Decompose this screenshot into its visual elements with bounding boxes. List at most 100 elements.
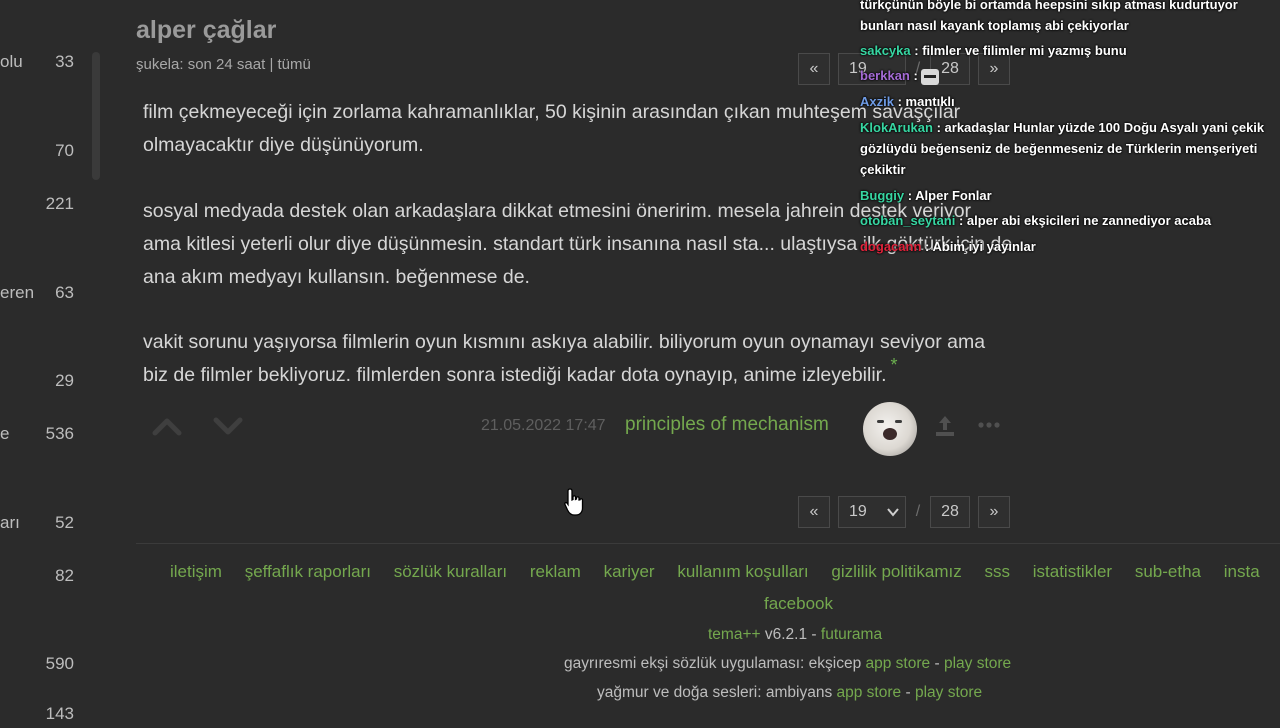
sidebar-item-count: 33 xyxy=(55,52,74,71)
chat-username: KlokArukan xyxy=(860,120,933,135)
sidebar-item-count: 82 xyxy=(55,566,74,585)
sidebar-item-count: 70 xyxy=(55,141,74,160)
play-store-link[interactable]: play store xyxy=(915,684,982,701)
sukela-all-link[interactable]: tümü xyxy=(278,56,311,73)
chat-username: Buggiy xyxy=(860,188,905,203)
pager-next-button[interactable]: » xyxy=(978,496,1010,528)
entry-paragraph-text: vakit sorunu yaşıyorsa filmlerin oyun kı… xyxy=(143,331,986,386)
sukela-label: şukela: xyxy=(136,56,184,73)
footer-link[interactable]: insta xyxy=(1224,562,1260,581)
ambiyans-line: yağmur ve doğa sesleri: ambiyans app sto… xyxy=(597,684,982,702)
sukela-range-link[interactable]: son 24 saat xyxy=(188,56,266,73)
chat-message: türkçünün böyle bi ortamda heepsini sıkı… xyxy=(860,0,1280,15)
footer-link[interactable]: kariyer xyxy=(604,562,655,581)
sidebar-item[interactable]: eren 63 xyxy=(0,283,80,307)
favorite-star: * xyxy=(890,355,898,375)
pager-bottom: « 19 / 28 » xyxy=(798,495,1010,529)
footer-link[interactable]: reklam xyxy=(530,562,581,581)
chat-message-text: : Alper Fonlar xyxy=(907,188,992,203)
chat-emote-icon xyxy=(921,68,940,85)
pager-page-select[interactable]: 19 xyxy=(838,496,906,528)
sidebar-item[interactable]: 70 xyxy=(0,141,80,165)
entry-date[interactable]: 21.05.2022 17:47 xyxy=(481,417,606,435)
downvote-icon[interactable] xyxy=(213,414,243,438)
theme-line: tema++ v6.2.1 - futurama xyxy=(708,626,882,644)
pager-prev-button[interactable]: « xyxy=(798,53,830,85)
app-dash: - xyxy=(934,655,940,672)
upvote-icon[interactable] xyxy=(152,414,182,438)
footer-links: iletişim şeffaflık raporları sözlük kura… xyxy=(170,562,1278,582)
sidebar-item[interactable]: 82 xyxy=(0,566,80,590)
app-text: gayrıresmi ekşi sözlük uygulaması: ekşic… xyxy=(564,655,862,672)
footer-link[interactable]: iletişim xyxy=(170,562,222,581)
pager-last-button[interactable]: 28 xyxy=(930,496,970,528)
app-store-link[interactable]: app store xyxy=(837,684,902,701)
sidebar-item[interactable]: 143 xyxy=(0,704,80,728)
facebook-link[interactable]: facebook xyxy=(764,594,833,614)
chat-message: KlokArukan : arkadaşlar Hunlar yüzde 100… xyxy=(860,117,1280,180)
play-store-link[interactable]: play store xyxy=(944,655,1011,672)
chat-message-text: bunları nasıl kayank toplamış abi çekiyo… xyxy=(860,18,1129,33)
sidebar-item-count: 590 xyxy=(45,654,74,673)
sidebar-item-label: olu xyxy=(0,52,23,71)
theme-name-link[interactable]: tema++ xyxy=(708,626,761,643)
theme-skin-link[interactable]: futurama xyxy=(821,626,882,643)
sidebar-item-count: 52 xyxy=(55,513,74,532)
footer-link[interactable]: şeffaflık raporları xyxy=(245,562,371,581)
chat-message-text: : mantıklı xyxy=(897,94,955,109)
topic-title[interactable]: alper çağlar xyxy=(136,16,276,45)
chat-message-text: : alper abi ekşicileri ne zannediyor aca… xyxy=(958,213,1212,228)
footer-link[interactable]: sss xyxy=(985,562,1011,581)
chat-message: otoban_seytani : alper abi ekşicileri ne… xyxy=(860,210,1280,231)
more-options-icon[interactable] xyxy=(978,418,1000,430)
topic-subnav: şukela: son 24 saat | tümü xyxy=(136,56,311,73)
chat-message: Buggiy : Alper Fonlar xyxy=(860,185,1280,206)
sidebar-item[interactable]: 29 xyxy=(0,371,80,395)
sidebar-scrollbar[interactable] xyxy=(92,52,100,180)
pager-prev-button[interactable]: « xyxy=(798,496,830,528)
footer-divider xyxy=(136,543,1280,544)
chat-message-text: : xyxy=(913,68,918,83)
sidebar-item[interactable]: arı 52 xyxy=(0,513,80,537)
sidebar-item-count: 536 xyxy=(45,424,74,443)
sidebar-item-label: eren xyxy=(0,283,35,302)
chat-message: bunları nasıl kayank toplamış abi çekiyo… xyxy=(860,15,1280,36)
footer-link[interactable]: sözlük kuralları xyxy=(394,562,507,581)
sidebar-item[interactable]: e 536 xyxy=(0,424,80,448)
chat-message: dogacann : Abim iyi yayınlar xyxy=(860,236,1280,257)
ambiyans-dash: - xyxy=(905,684,911,701)
hand-cursor-icon xyxy=(563,487,587,519)
chat-message: sakcyka : filmler ve filimler mi yazmış … xyxy=(860,40,1280,61)
sidebar-item-label: e xyxy=(0,424,10,443)
chat-username: sakcyka xyxy=(860,43,911,58)
theme-dash: - xyxy=(811,626,817,643)
chevron-down-icon xyxy=(887,508,899,517)
sidebar-item[interactable]: 590 xyxy=(0,654,80,678)
author-avatar[interactable] xyxy=(863,402,917,456)
entry-author-link[interactable]: principles of mechanism xyxy=(625,414,829,436)
chat-username: dogacann xyxy=(860,239,922,254)
sidebar-item[interactable]: 221 xyxy=(0,194,80,218)
pager-slash: / xyxy=(915,503,921,520)
chat-message: berkkan : xyxy=(860,65,1280,86)
chat-message-text: : Abim iyi yayınlar xyxy=(925,239,1036,254)
sidebar-item-count: 143 xyxy=(45,704,74,723)
chat-message-text: türkçünün böyle bi ortamda heepsini sıkı… xyxy=(860,0,1238,12)
theme-version: v6.2.1 xyxy=(764,626,808,643)
footer-link[interactable]: gizlilik politikamız xyxy=(831,562,961,581)
footer-link[interactable]: istatistikler xyxy=(1033,562,1112,581)
pager-current-value: 19 xyxy=(849,503,867,520)
app-store-link[interactable]: app store xyxy=(866,655,931,672)
entry-paragraph: vakit sorunu yaşıyorsa filmlerin oyun kı… xyxy=(143,326,1003,392)
chat-message: Axzik : mantıklı xyxy=(860,91,1280,112)
ambiyans-text: yağmur ve doğa sesleri: ambiyans xyxy=(597,684,833,701)
app-line: gayrıresmi ekşi sözlük uygulaması: ekşic… xyxy=(564,655,1011,673)
share-icon[interactable] xyxy=(934,414,956,438)
sidebar-item-count: 221 xyxy=(45,194,74,213)
sidebar-item-count: 29 xyxy=(55,371,74,390)
chat-message-text: : filmler ve filimler mi yazmış bunu xyxy=(914,43,1127,58)
subnav-separator: | xyxy=(269,56,274,73)
footer-link[interactable]: sub-etha xyxy=(1135,562,1201,581)
footer-link[interactable]: kullanım koşulları xyxy=(677,562,808,581)
sidebar-item[interactable]: olu 33 xyxy=(0,52,80,76)
